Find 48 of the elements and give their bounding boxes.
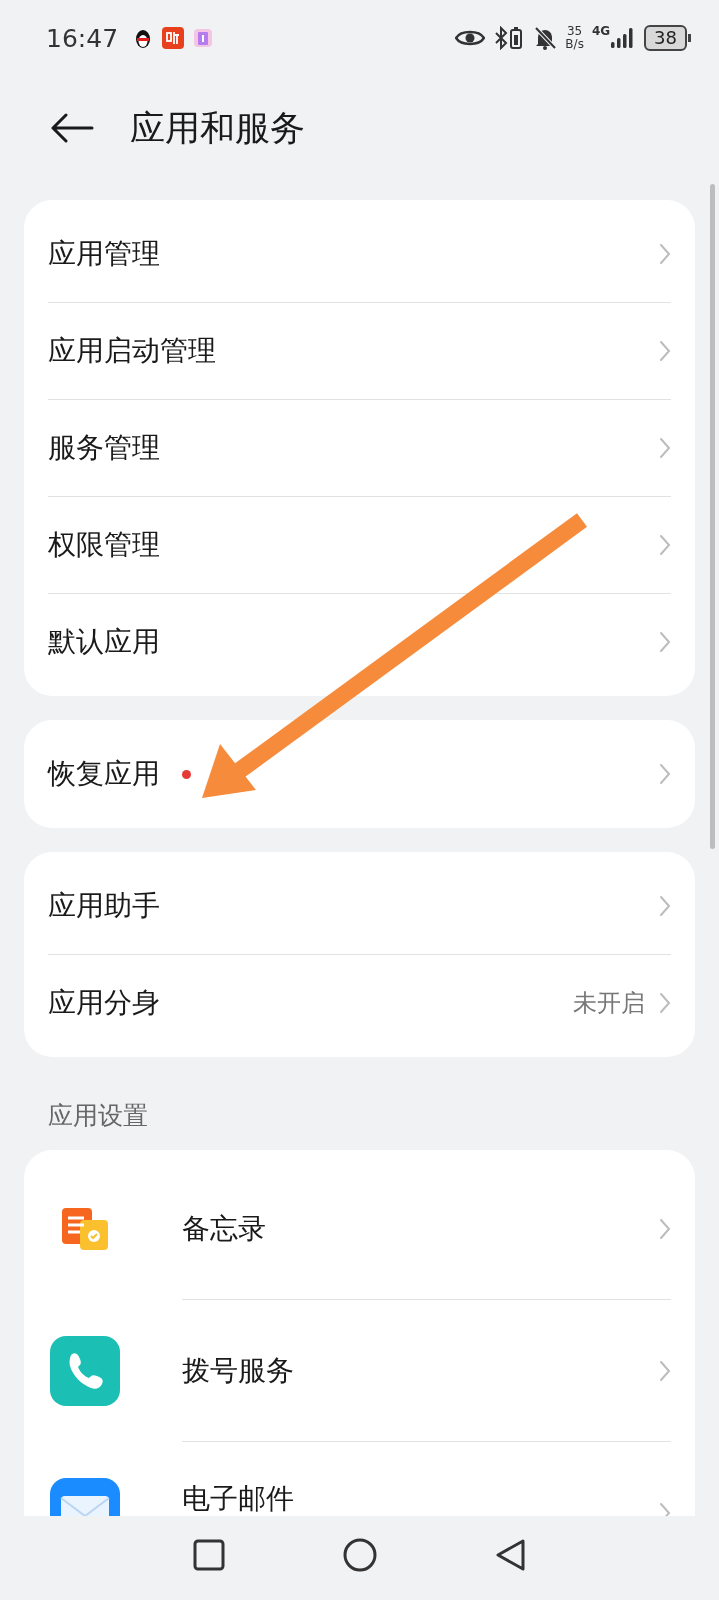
book-app-icon bbox=[192, 27, 215, 49]
row-label: 应用助手 bbox=[48, 888, 160, 924]
recents-icon[interactable] bbox=[192, 1539, 225, 1571]
settings-row[interactable]: 应用管理 bbox=[48, 206, 671, 303]
listen-app-icon bbox=[162, 27, 185, 49]
chevron-icon bbox=[659, 534, 671, 556]
chevron-icon bbox=[659, 763, 671, 785]
section-title: 应用设置 bbox=[47, 1100, 149, 1132]
row-value: 未开启 bbox=[573, 988, 645, 1019]
chevron-icon bbox=[659, 1360, 671, 1382]
net-speed: 35 bbox=[567, 25, 583, 38]
battery-level: 38 bbox=[644, 25, 687, 51]
settings-row[interactable]: 默认应用 bbox=[48, 594, 671, 690]
chevron-icon bbox=[659, 243, 671, 265]
app-name: 电子邮件 bbox=[182, 1481, 294, 1516]
chevron-icon bbox=[659, 340, 671, 362]
settings-row[interactable]: 应用助手 bbox=[48, 858, 671, 955]
chevron-icon bbox=[659, 1218, 671, 1240]
row-label: 应用管理 bbox=[48, 236, 160, 272]
status-time: 16:47 bbox=[46, 23, 119, 53]
muted-bell-icon bbox=[533, 26, 558, 50]
row-label: 默认应用 bbox=[48, 624, 160, 660]
row-label: 服务管理 bbox=[48, 430, 160, 466]
row-label: 应用启动管理 bbox=[48, 333, 216, 369]
phone-icon bbox=[50, 1336, 120, 1406]
eye-icon bbox=[455, 28, 486, 48]
back-arrow-icon[interactable] bbox=[50, 113, 94, 143]
settings-row[interactable]: 权限管理 bbox=[48, 497, 671, 594]
row-label: 恢复应用 bbox=[48, 756, 160, 792]
settings-row[interactable]: 应用启动管理 bbox=[48, 303, 671, 400]
page-title: 应用和服务 bbox=[130, 106, 305, 150]
row-label: 应用分身 bbox=[48, 985, 160, 1021]
chevron-icon bbox=[659, 437, 671, 459]
net-speed-unit: B/s bbox=[565, 38, 584, 51]
app-name: 拨号服务 bbox=[182, 1353, 294, 1389]
network-type: 4G bbox=[591, 24, 611, 38]
back-icon[interactable] bbox=[494, 1538, 527, 1572]
app-name: 备忘录 bbox=[182, 1211, 266, 1247]
app-row[interactable]: 电子邮件 bbox=[50, 1442, 671, 1516]
row-label: 权限管理 bbox=[48, 527, 160, 563]
chevron-icon bbox=[659, 631, 671, 653]
app-row[interactable]: 备忘录 bbox=[50, 1158, 671, 1300]
settings-row[interactable]: 应用分身 未开启 bbox=[48, 955, 671, 1051]
settings-row[interactable]: 服务管理 bbox=[48, 400, 671, 497]
home-icon[interactable] bbox=[342, 1538, 377, 1572]
chevron-icon bbox=[659, 895, 671, 917]
app-row[interactable]: 拨号服务 bbox=[50, 1300, 671, 1442]
chevron-icon bbox=[659, 992, 671, 1014]
